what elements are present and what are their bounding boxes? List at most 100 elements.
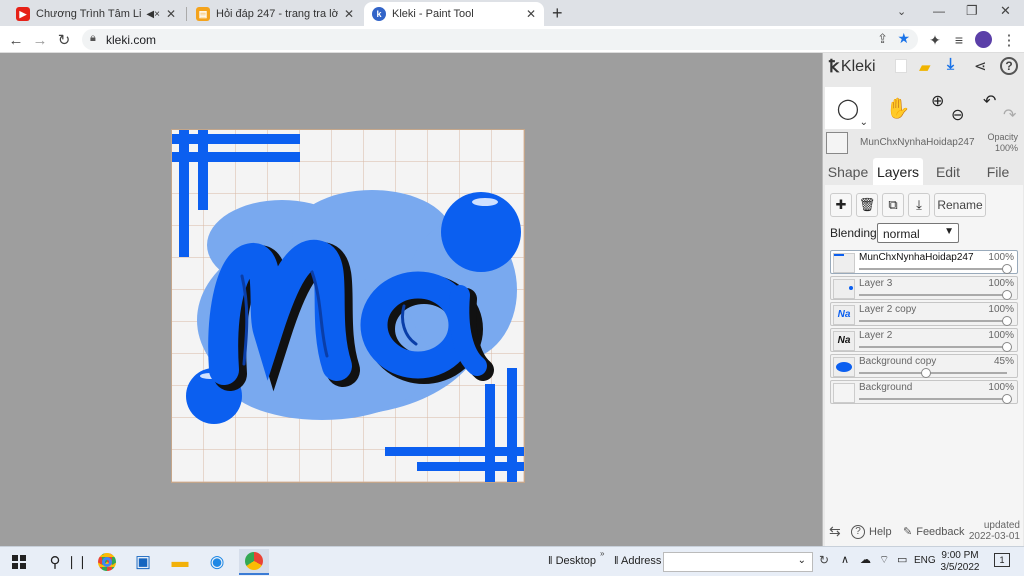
chevron-right-icon[interactable]: » — [600, 549, 604, 558]
layer-opacity-slider[interactable] — [859, 320, 1007, 322]
address-bar[interactable]: 🔒︎ kleki.com ⇪ ★ — [82, 29, 918, 50]
layer-opacity-slider[interactable] — [859, 294, 1007, 296]
tab-shape[interactable]: Shape — [825, 158, 871, 185]
layer-opacity-handle[interactable] — [1002, 290, 1012, 300]
new-image-icon[interactable] — [895, 59, 907, 73]
layer-opacity-slider[interactable] — [859, 346, 1007, 348]
redo-icon[interactable]: ↷ — [1003, 105, 1016, 125]
go-icon[interactable]: ↻ — [819, 553, 829, 567]
wifi-icon[interactable]: ⌔ — [879, 553, 889, 567]
layer-item[interactable]: Background 100% — [830, 380, 1018, 404]
close-tab-icon[interactable]: ✕ — [344, 7, 354, 21]
update-info[interactable]: updated 2022-03-01 — [969, 520, 1020, 542]
add-layer-button[interactable]: ✚ — [830, 193, 852, 217]
shape-tool-button[interactable]: ◯ ⌄ — [825, 87, 871, 129]
cloud-icon[interactable]: ☁︎ — [860, 553, 871, 566]
help-icon[interactable]: ? — [1000, 57, 1018, 75]
layer-opacity-handle[interactable] — [1002, 316, 1012, 326]
zoom-in-icon[interactable]: ⊕ — [931, 91, 944, 111]
tab-search-icon[interactable]: ⌄ — [897, 5, 906, 18]
tab-edit[interactable]: Edit — [925, 158, 971, 185]
reload-icon[interactable]: ↻ — [53, 29, 75, 51]
bookmark-star-icon[interactable]: ★ — [897, 30, 910, 47]
tab-layers[interactable]: Layers — [873, 158, 923, 185]
rename-layer-button[interactable]: Rename — [934, 193, 986, 217]
layer-opacity-slider[interactable] — [859, 398, 1007, 400]
close-tab-icon[interactable]: ✕ — [526, 7, 536, 21]
clock[interactable]: 9:00 PM 3/5/2022 — [940, 550, 980, 574]
hand-tool-button[interactable]: ✋ — [875, 87, 921, 129]
opacity-label: Opacity — [987, 132, 1018, 142]
minimize-icon[interactable]: — — [933, 4, 945, 18]
forward-icon[interactable]: → — [29, 29, 51, 51]
duplicate-layer-button[interactable]: ⧉ — [882, 193, 904, 217]
chrome-active-taskbar-icon[interactable] — [239, 549, 269, 575]
swap-panel-icon[interactable]: ⇆ — [829, 523, 841, 540]
muted-speaker-icon[interactable]: ◀× — [146, 9, 160, 20]
updated-label: updated — [983, 520, 1020, 531]
extensions-icon[interactable]: ✦ — [924, 29, 946, 51]
media-control-icon[interactable]: ≡ — [948, 29, 970, 51]
share-icon[interactable]: ⋖ — [974, 57, 987, 75]
language-indicator[interactable]: ENG — [914, 555, 936, 566]
profile-avatar[interactable] — [975, 31, 992, 48]
edge-icon[interactable]: ◉ — [202, 549, 232, 575]
new-tab-button[interactable]: + — [552, 3, 563, 24]
layer-opacity-handle[interactable] — [1002, 264, 1012, 274]
chrome-taskbar-icon[interactable] — [92, 549, 122, 575]
layer-opacity-slider[interactable] — [859, 268, 1007, 270]
clock-date: 3/5/2022 — [940, 562, 980, 573]
layer-opacity-handle[interactable] — [920, 368, 931, 378]
tab-title: Chương Trình Tâm Linh Thực — [36, 8, 142, 20]
feedback-link[interactable]: ✎ Feedback — [903, 525, 965, 539]
opacity-readout[interactable]: Opacity 100% — [987, 132, 1018, 154]
desktop-toolbar[interactable]: ‖ Desktop — [548, 555, 596, 567]
battery-icon[interactable]: ▭ — [897, 553, 907, 566]
layer-item[interactable]: Layer 3 100% — [830, 276, 1018, 300]
store-icon[interactable]: ▣ — [128, 549, 158, 575]
file-explorer-icon[interactable]: ▬ — [165, 549, 195, 575]
delete-layer-button[interactable]: 🗑︎ — [856, 193, 878, 217]
windows-logo-icon — [12, 555, 26, 569]
back-icon[interactable]: ← — [5, 29, 27, 51]
browser-tab-kleki[interactable]: k Kleki - Paint Tool ✕ — [364, 2, 544, 26]
layer-item[interactable]: Na Layer 2 100% — [830, 328, 1018, 352]
tab-file[interactable]: File — [975, 158, 1021, 185]
zoom-out-icon[interactable]: ⊖ — [951, 105, 964, 125]
open-folder-icon[interactable]: ▰ — [919, 58, 931, 76]
blending-label: Blending — [830, 226, 877, 240]
kleki-icon: k — [372, 7, 386, 21]
address-toolbar: ‖ Address — [614, 555, 662, 567]
start-button[interactable] — [4, 549, 34, 575]
layer-opacity-handle[interactable] — [1002, 342, 1012, 352]
layer-opacity-handle[interactable] — [1002, 394, 1012, 404]
layer-item[interactable]: Background copy 45% — [830, 354, 1018, 378]
layer-opacity: 100% — [988, 304, 1014, 315]
blending-select[interactable]: normal ▼ — [877, 223, 959, 243]
close-tab-icon[interactable]: ✕ — [166, 7, 176, 21]
browser-menu-icon[interactable]: ⋮ — [998, 29, 1020, 51]
notification-icon[interactable]: 1 — [994, 553, 1010, 567]
window-close-icon[interactable]: ✕ — [1000, 3, 1011, 19]
address-input[interactable]: ⌄ — [663, 552, 813, 572]
chevron-up-icon[interactable]: ∧ — [841, 553, 849, 566]
book-icon: ▤ — [196, 7, 210, 21]
download-icon[interactable]: ⤓ — [947, 56, 954, 74]
restore-icon[interactable]: ❐ — [966, 3, 978, 19]
task-view-icon[interactable]: ❘❘ — [62, 549, 92, 575]
layer-opacity: 100% — [988, 330, 1014, 341]
browser-tab-youtube[interactable]: ▶ Chương Trình Tâm Linh Thực ◀× ✕ — [8, 2, 184, 26]
kleki-logo[interactable]: ꝁ Kleki — [829, 57, 876, 77]
help-link[interactable]: ? Help — [851, 525, 892, 539]
drawing-canvas[interactable] — [171, 129, 525, 483]
current-layer-thumbnail — [826, 132, 848, 154]
layer-item[interactable]: MunChxNynhaHoidap247 100% — [830, 250, 1018, 274]
layer-opacity-slider[interactable] — [859, 372, 1007, 374]
share-icon[interactable]: ⇪ — [877, 31, 888, 47]
layer-item[interactable]: Na Layer 2 copy 100% — [830, 302, 1018, 326]
undo-icon[interactable]: ↶ — [983, 91, 996, 111]
hand-icon: ✋ — [885, 97, 911, 120]
merge-layer-button[interactable]: ⤓ — [908, 193, 930, 217]
browser-tab-hoidap[interactable]: ▤ Hỏi đáp 247 - trang tra lời ✕ — [188, 2, 362, 26]
layer-thumbnail — [833, 279, 855, 299]
